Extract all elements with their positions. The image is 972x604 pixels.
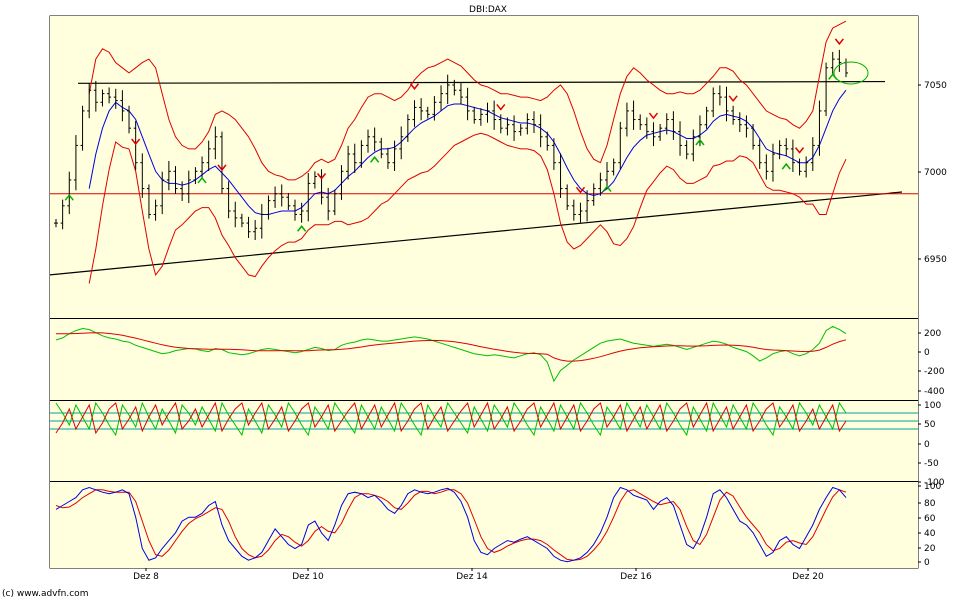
chart-window: 7050 7000 6950 200 0 -200 -400 100 50 0 -50 -100 100… [0, 0, 972, 600]
y-tick-label: 80 [924, 499, 936, 509]
x-tick-label: Dez 8 [133, 572, 159, 582]
y-tick-label: -200 [924, 367, 945, 377]
x-tick-label: Dez 10 [292, 572, 324, 582]
copyright-text: (c) www.advfn.com [2, 589, 88, 599]
pane-background [50, 319, 918, 400]
y-tick-label: 100 [924, 482, 941, 492]
y-tick-label: 0 [924, 440, 930, 450]
y-tick-label: 0 [924, 558, 930, 568]
y-tick-label: 6950 [924, 255, 947, 265]
y-tick-label: 7000 [924, 168, 947, 178]
y-tick-label: 20 [924, 544, 936, 554]
x-tick-label: Dez 14 [456, 572, 488, 582]
y-tick-label: 0 [924, 348, 930, 358]
chart-title: DBI:DAX [469, 5, 507, 15]
y-tick-label: 7050 [924, 81, 947, 91]
x-tick-label: Dez 20 [792, 572, 824, 582]
x-tick-label: Dez 16 [620, 572, 652, 582]
y-tick-label: 60 [924, 514, 936, 524]
chart-svg: 7050700069502000-200-400100500-50-100100… [2, 5, 947, 599]
y-tick-label: -400 [924, 387, 945, 397]
y-tick-label: 200 [924, 329, 941, 339]
y-tick-label: 50 [924, 420, 936, 430]
y-tick-label: -50 [924, 459, 939, 469]
y-tick-label: 100 [924, 401, 941, 411]
y-tick-label: 40 [924, 529, 936, 539]
